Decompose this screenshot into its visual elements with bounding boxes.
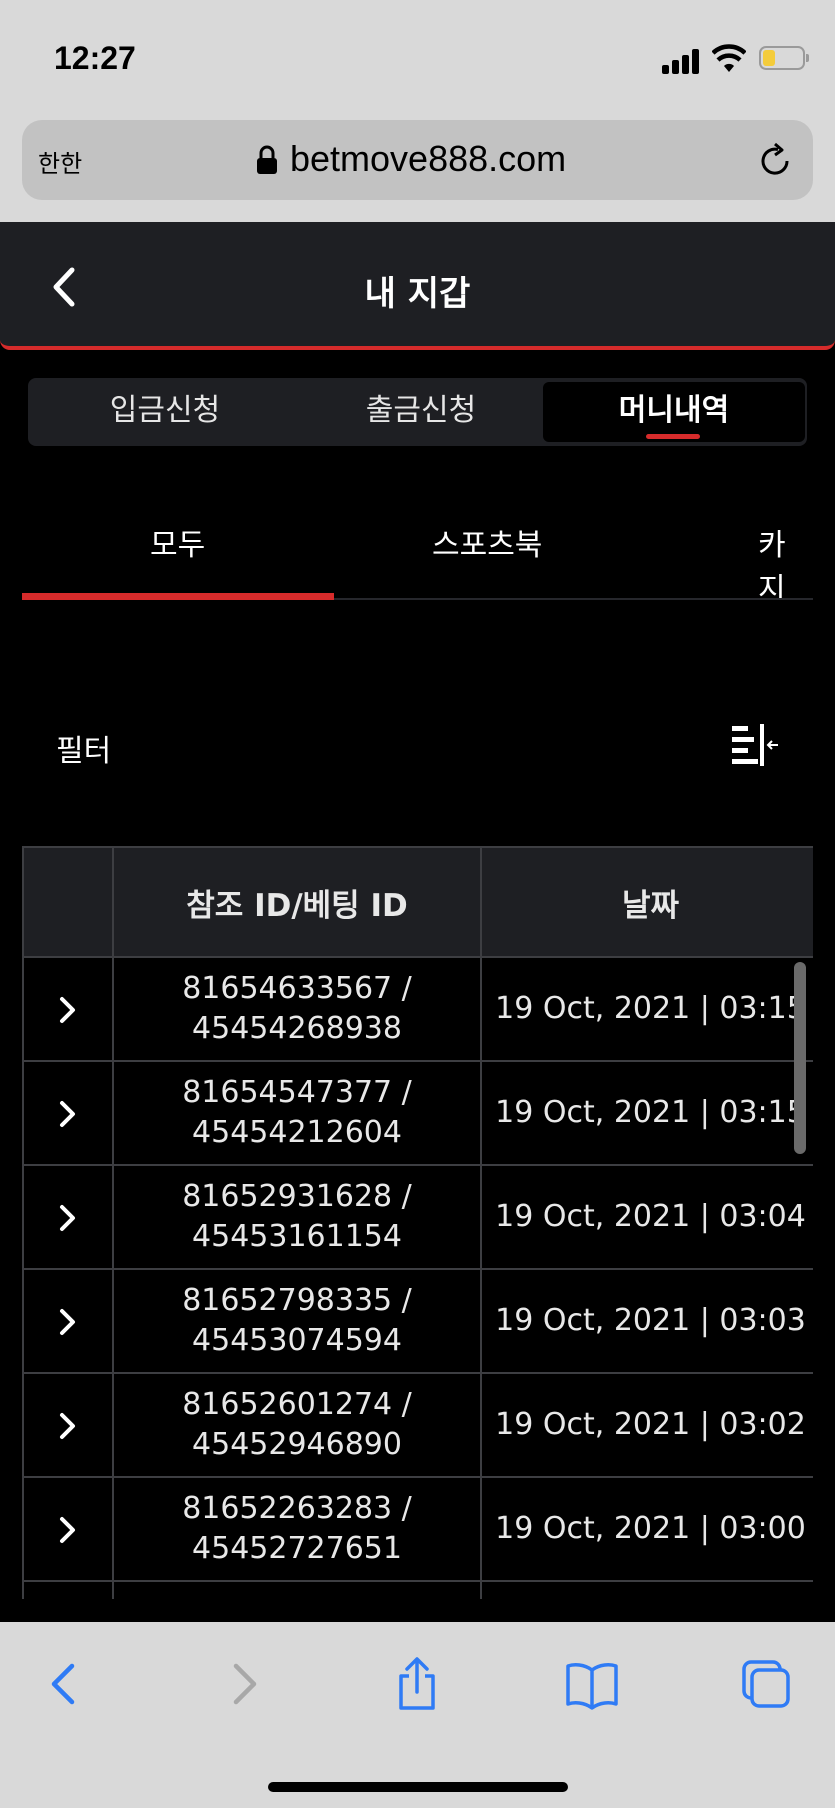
expand-row-button[interactable] bbox=[22, 1476, 114, 1582]
bet-id: 45452946890 bbox=[192, 1427, 402, 1462]
chevron-right-icon bbox=[60, 996, 75, 1023]
chevron-right-icon bbox=[60, 1308, 75, 1335]
date-cell: 19 Oct, 2021 | 03:00 bbox=[480, 1476, 813, 1582]
reference-id-cell: 81654633567 / 45454268938 bbox=[112, 956, 482, 1062]
reference-id-cell bbox=[112, 1580, 482, 1599]
url-text[interactable]: betmove888.com bbox=[290, 138, 566, 180]
table-row[interactable]: 81654547377 / 45454212604 19 Oct, 2021 |… bbox=[22, 1060, 813, 1166]
date-cell: 19 Oct, 2021 | 03:15 bbox=[480, 1060, 813, 1166]
bet-id: 45453161154 bbox=[192, 1219, 402, 1254]
date-cell: 19 Oct, 2021 | 03:04 bbox=[480, 1164, 813, 1270]
date-cell: 19 Oct, 2021 | 03:03 bbox=[480, 1268, 813, 1374]
browser-forward-icon[interactable] bbox=[216, 1656, 272, 1712]
page-title: 내 지갑 bbox=[364, 274, 471, 314]
table-row[interactable]: 81654633567 / 45454268938 19 Oct, 2021 |… bbox=[22, 956, 813, 1062]
reader-mode-button[interactable]: 한한 bbox=[38, 144, 82, 179]
home-indicator bbox=[268, 1782, 568, 1792]
reference-id: 81652931628 / bbox=[182, 1179, 412, 1214]
battery-icon bbox=[759, 46, 809, 70]
tab-deposit-label: 입금신청 bbox=[109, 393, 221, 428]
column-header-reference-id: 참조 ID/베팅 ID bbox=[112, 846, 482, 958]
table-row[interactable]: 81652263283 / 45452727651 19 Oct, 2021 |… bbox=[22, 1476, 813, 1582]
status-time: 12:27 bbox=[54, 40, 136, 76]
reference-id: 81652601274 / bbox=[182, 1387, 412, 1422]
bookmarks-icon[interactable] bbox=[564, 1656, 620, 1712]
tab-withdraw[interactable]: 출금신청 bbox=[290, 382, 552, 442]
bet-id: 45453074594 bbox=[192, 1323, 402, 1358]
expand-row-button[interactable] bbox=[22, 956, 114, 1062]
bet-id: 45452727651 bbox=[192, 1531, 402, 1566]
date-cell: 19 Oct, 2021 | 03:02 bbox=[480, 1372, 813, 1478]
table-header-row: 참조 ID/베팅 ID 날짜 bbox=[22, 846, 813, 958]
reload-icon[interactable] bbox=[754, 140, 796, 182]
column-header-date: 날짜 bbox=[480, 846, 813, 958]
category-active-indicator bbox=[22, 593, 334, 600]
lock-icon bbox=[257, 145, 277, 174]
table-row[interactable] bbox=[22, 1580, 813, 1599]
filter-label: 필터 bbox=[56, 734, 112, 769]
expand-row-button[interactable] bbox=[22, 1580, 114, 1599]
expand-row-button[interactable] bbox=[22, 1164, 114, 1270]
active-tab-indicator bbox=[646, 434, 700, 439]
tabs-icon[interactable] bbox=[738, 1656, 794, 1712]
category-tab-casino[interactable]: 카지 bbox=[758, 520, 813, 600]
table-scrollbar[interactable] bbox=[794, 962, 806, 1154]
reference-id: 81652798335 / bbox=[182, 1283, 412, 1318]
reference-id: 81652263283 / bbox=[182, 1491, 412, 1526]
reference-id-cell: 81652798335 / 45453074594 bbox=[112, 1268, 482, 1374]
table-row[interactable]: 81652601274 / 45452946890 19 Oct, 2021 |… bbox=[22, 1372, 813, 1478]
share-icon[interactable] bbox=[389, 1656, 445, 1712]
table-row[interactable]: 81652931628 / 45453161154 19 Oct, 2021 |… bbox=[22, 1164, 813, 1270]
reference-id-cell: 81654547377 / 45454212604 bbox=[112, 1060, 482, 1166]
date-cell bbox=[480, 1580, 813, 1599]
chevron-right-icon bbox=[60, 1204, 75, 1231]
browser-toolbar bbox=[0, 1622, 835, 1808]
address-bar[interactable]: 한한 betmove888.com bbox=[22, 120, 813, 200]
browser-chrome: 한한 betmove888.com bbox=[0, 112, 835, 222]
tab-withdraw-label: 출금신청 bbox=[365, 393, 477, 428]
cellular-signal-icon bbox=[662, 48, 702, 74]
tab-money-history-label: 머니내역 bbox=[618, 393, 730, 428]
tab-money-history[interactable]: 머니내역 bbox=[543, 382, 805, 442]
status-bar: 12:27 bbox=[0, 0, 835, 112]
expand-row-button[interactable] bbox=[22, 1268, 114, 1374]
bet-id: 45454268938 bbox=[192, 1011, 402, 1046]
reference-id-cell: 81652601274 / 45452946890 bbox=[112, 1372, 482, 1478]
chevron-right-icon bbox=[60, 1412, 75, 1439]
category-tabs: 모두 스포츠북 카지 bbox=[22, 500, 813, 600]
app-header: 내 지갑 bbox=[0, 222, 835, 350]
reference-id-cell: 81652263283 / 45452727651 bbox=[112, 1476, 482, 1582]
date-cell: 19 Oct, 2021 | 03:15 bbox=[480, 956, 813, 1062]
chevron-right-icon bbox=[60, 1100, 75, 1127]
table-row[interactable]: 81652798335 / 45453074594 19 Oct, 2021 |… bbox=[22, 1268, 813, 1374]
expand-row-button[interactable] bbox=[22, 1060, 114, 1166]
chevron-right-icon bbox=[60, 1516, 75, 1543]
expand-row-button[interactable] bbox=[22, 1372, 114, 1478]
reference-id-cell: 81652931628 / 45453161154 bbox=[112, 1164, 482, 1270]
column-header-expand bbox=[22, 846, 114, 958]
main-tabs: 입금신청 출금신청 머니내역 bbox=[28, 378, 807, 446]
money-history-table: 참조 ID/베팅 ID 날짜 81654633567 / 45454268938… bbox=[22, 846, 813, 1599]
reference-id: 81654547377 / bbox=[182, 1075, 412, 1110]
tab-deposit[interactable]: 입금신청 bbox=[34, 382, 296, 442]
bet-id: 45454212604 bbox=[192, 1115, 402, 1150]
browser-back-icon[interactable] bbox=[36, 1656, 92, 1712]
reference-id: 81654633567 / bbox=[182, 971, 412, 1006]
filter-collapse-icon[interactable] bbox=[730, 724, 780, 766]
wifi-icon bbox=[712, 44, 746, 72]
category-tab-all[interactable]: 모두 bbox=[150, 520, 205, 564]
category-tab-sportsbook[interactable]: 스포츠북 bbox=[432, 520, 542, 564]
